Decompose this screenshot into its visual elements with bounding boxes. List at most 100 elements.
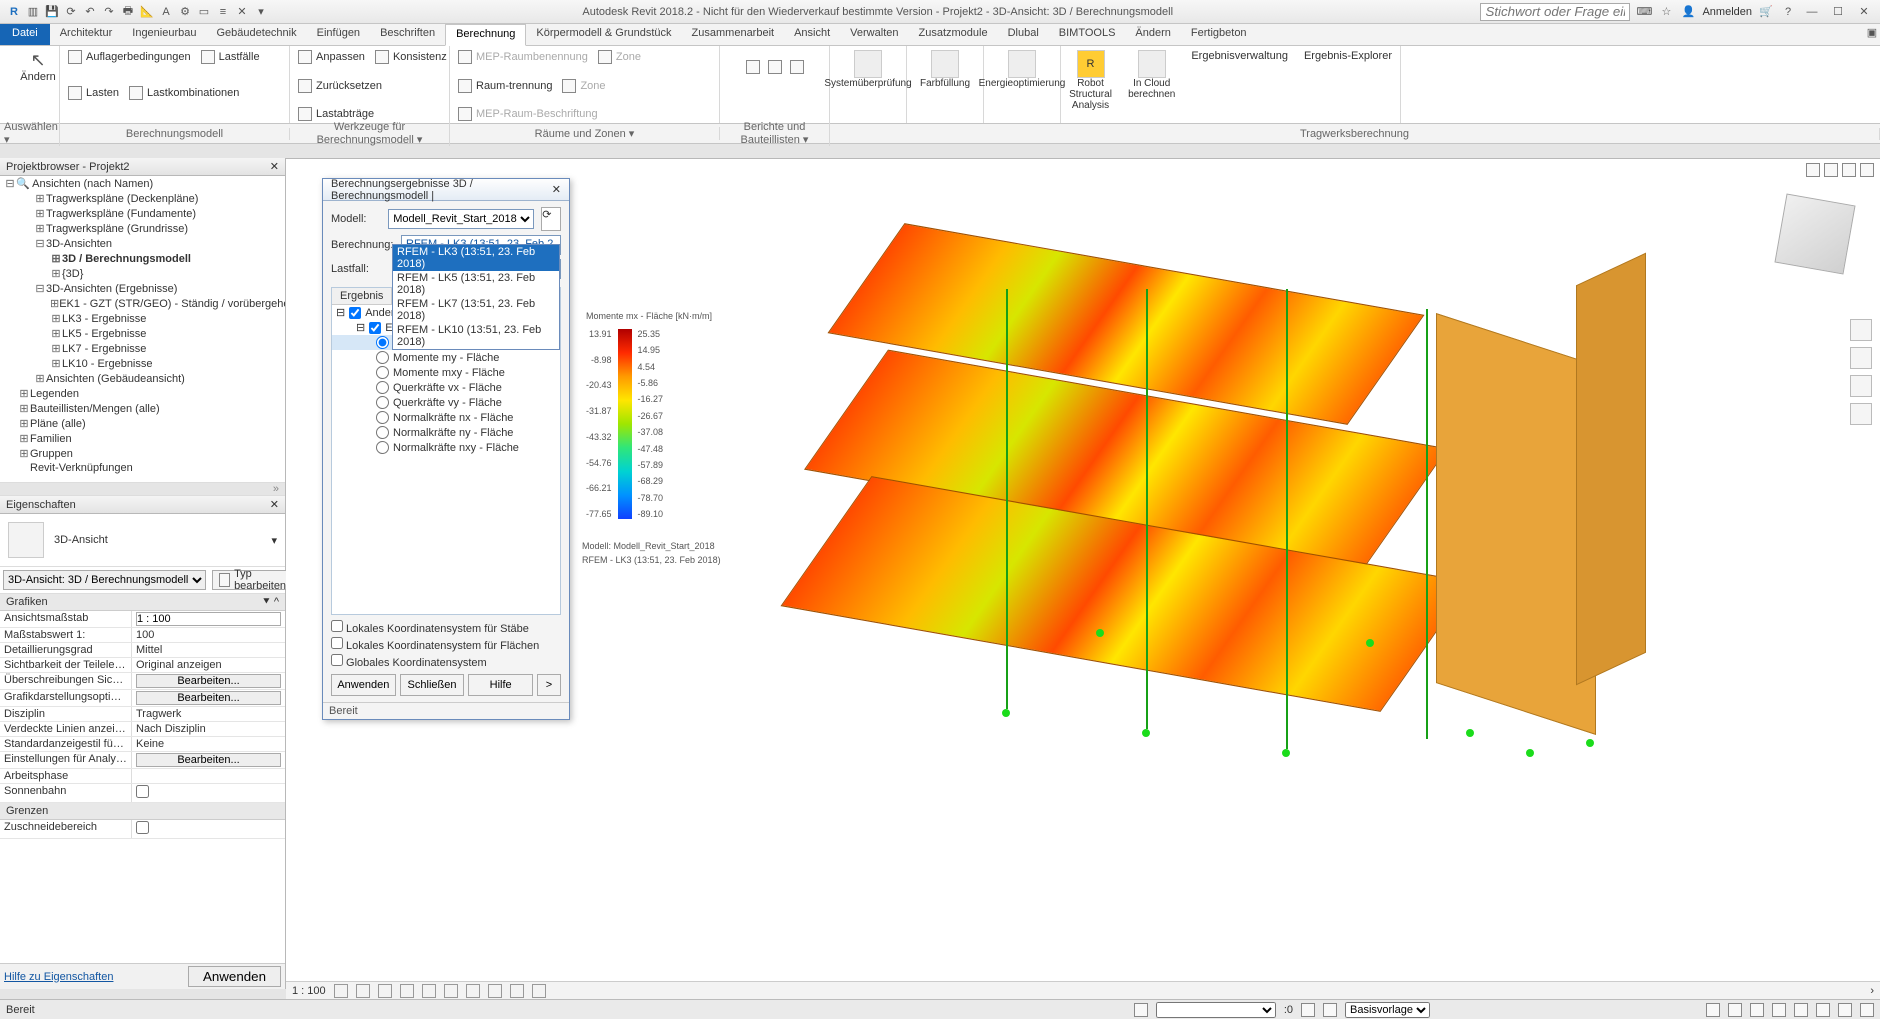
tree-item[interactable]: Revit-Verknüpfungen	[0, 461, 285, 475]
nav-zoom[interactable]	[1850, 375, 1872, 397]
sb-select[interactable]	[1156, 1002, 1276, 1018]
tab-fertigbeton[interactable]: Fertigbeton	[1181, 24, 1257, 45]
tree-item[interactable]: ⊞Bauteillisten/Mengen (alle)	[0, 401, 285, 416]
dropdown-option[interactable]: RFEM - LK10 (13:51, 23. Feb 2018)	[393, 323, 559, 349]
tree-item[interactable]: ⊞Familien	[0, 431, 285, 446]
tree-item[interactable]: ⊞LK3 - Ergebnisse	[0, 311, 285, 326]
property-row[interactable]: Ansichtsmaßstab	[0, 611, 285, 628]
dialog-apply-button[interactable]: Anwenden	[331, 674, 396, 696]
result-option[interactable]: Normalkräfte nx - Fläche	[332, 410, 560, 425]
property-row[interactable]: DisziplinTragwerk	[0, 707, 285, 722]
robot-analysis[interactable]: RRobot Structural Analysis	[1069, 50, 1112, 111]
tree-item[interactable]: ⊞LK10 - Ergebnisse	[0, 356, 285, 371]
close-icon[interactable]: ✕	[270, 498, 279, 511]
sb-icon[interactable]	[1134, 1003, 1148, 1017]
property-row[interactable]: DetaillierungsgradMittel	[0, 643, 285, 658]
property-row[interactable]: GrafikdarstellungsoptionenBearbeiten...	[0, 690, 285, 707]
tree-item[interactable]: ⊟3D-Ansichten (Ergebnisse)	[0, 281, 285, 296]
qat-undo[interactable]: ↶	[82, 4, 98, 20]
result-tab[interactable]: Ergebnis	[332, 288, 392, 305]
property-row[interactable]: Überschreibungen Sichtbar...Bearbeiten..…	[0, 673, 285, 690]
result-option[interactable]: Momente mxy - Fläche	[332, 365, 560, 380]
panel-splitter[interactable]: »	[0, 482, 285, 496]
support-conditions[interactable]: Auflagerbedingungen	[68, 50, 191, 64]
tree-item[interactable]: ⊞Tragwerkspläne (Fundamente)	[0, 206, 285, 221]
tree-item[interactable]: ⊞Legenden	[0, 386, 285, 401]
instance-selector[interactable]: 3D-Ansicht: 3D / Berechnungsmodell	[3, 570, 206, 590]
cart-icon[interactable]: 🛒	[1758, 4, 1774, 20]
qat-redo[interactable]: ↷	[101, 4, 117, 20]
sb-icon[interactable]	[1860, 1003, 1874, 1017]
consistency[interactable]: Konsistenz	[375, 50, 447, 64]
color-fill[interactable]: Farbfüllung	[915, 50, 975, 89]
energy-opt[interactable]: Energieoptimierung	[992, 50, 1052, 89]
sb-baseview[interactable]: Basisvorlage	[1345, 1002, 1430, 1018]
report-icon[interactable]	[746, 60, 760, 74]
vp-icon[interactable]	[1824, 163, 1838, 177]
coord-check[interactable]: Lokales Koordinatensystem für Flächen	[331, 636, 561, 653]
qat-switch[interactable]: ▭	[196, 4, 212, 20]
properties-help-link[interactable]: Hilfe zu Eigenschaften	[4, 971, 113, 983]
sb-icon[interactable]	[1838, 1003, 1852, 1017]
nav-orbit[interactable]	[1850, 403, 1872, 425]
results-mgmt[interactable]: Ergebnisverwaltung	[1191, 50, 1288, 62]
dropdown-option[interactable]: RFEM - LK7 (13:51, 23. Feb 2018)	[393, 297, 559, 323]
vp-icon[interactable]	[1842, 163, 1856, 177]
sb-icon[interactable]	[1706, 1003, 1720, 1017]
loads[interactable]: Lasten	[68, 86, 119, 100]
tree-item[interactable]: ⊞LK7 - Ergebnisse	[0, 341, 285, 356]
dialog-help-button[interactable]: Hilfe	[468, 674, 533, 696]
vb-icon[interactable]	[488, 984, 502, 998]
qat-measure[interactable]: 📐	[139, 4, 155, 20]
vb-icon[interactable]	[510, 984, 524, 998]
property-row[interactable]: Sonnenbahn	[0, 784, 285, 803]
tab-berechnung[interactable]: Berechnung	[445, 24, 526, 46]
minimize-button[interactable]: —	[1802, 6, 1822, 18]
vp-icon[interactable]	[1860, 163, 1874, 177]
qat-sync[interactable]: ⟳	[63, 4, 79, 20]
tree-item[interactable]: ⊞Ansichten (Gebäudeansicht)	[0, 371, 285, 386]
file-tab[interactable]: Datei	[0, 24, 50, 45]
properties-apply-button[interactable]: Anwenden	[188, 966, 281, 987]
tree-item[interactable]: ⊞Pläne (alle)	[0, 416, 285, 431]
sb-icon[interactable]	[1750, 1003, 1764, 1017]
vb-icon[interactable]	[378, 984, 392, 998]
tree-item[interactable]: ⊞EK1 - GZT (STR/GEO) - Ständig / vorüber…	[0, 296, 285, 311]
results-explorer[interactable]: Ergebnis-Explorer	[1304, 50, 1392, 62]
dropdown-option[interactable]: RFEM - LK3 (13:51, 23. Feb 2018)	[393, 245, 559, 271]
property-row[interactable]: Einstellungen für Analysea...Bearbeiten.…	[0, 752, 285, 769]
sb-icon[interactable]	[1728, 1003, 1742, 1017]
tab-ändern[interactable]: Ändern	[1125, 24, 1180, 45]
qat-settings[interactable]: ⚙	[177, 4, 193, 20]
load-cases[interactable]: Lastfälle	[201, 50, 260, 64]
load-combos[interactable]: Lastkombinationen	[129, 86, 239, 100]
qat-close-hidden[interactable]: ✕	[234, 4, 250, 20]
tab-verwalten[interactable]: Verwalten	[840, 24, 908, 45]
refresh-button[interactable]: ⟳	[541, 207, 561, 231]
ribbon-collapse-icon[interactable]: ▣	[1864, 24, 1880, 40]
tab-ansicht[interactable]: Ansicht	[784, 24, 840, 45]
sb-icon[interactable]	[1323, 1003, 1337, 1017]
property-row[interactable]: Standardanzeigestil für Anal...Keine	[0, 737, 285, 752]
modify-button[interactable]: ↖ Ändern	[8, 50, 68, 83]
help-icon[interactable]: ?	[1780, 4, 1796, 20]
close-button[interactable]: ✕	[1854, 5, 1874, 18]
room-sep[interactable]: Raum-trennung	[458, 79, 552, 93]
reset[interactable]: Zurücksetzen	[298, 79, 382, 93]
vp-icon[interactable]	[1806, 163, 1820, 177]
tree-item[interactable]: ⊞{3D}	[0, 266, 285, 281]
tab-gebäudetechnik[interactable]: Gebäudetechnik	[207, 24, 307, 45]
tab-einfügen[interactable]: Einfügen	[307, 24, 370, 45]
tree-item[interactable]: ⊞Gruppen	[0, 446, 285, 461]
dropdown-option[interactable]: RFEM - LK5 (13:51, 23. Feb 2018)	[393, 271, 559, 297]
list-icon[interactable]	[790, 60, 804, 74]
sb-icon[interactable]	[1794, 1003, 1808, 1017]
vb-icon[interactable]	[356, 984, 370, 998]
user-icon[interactable]: 👤	[1680, 4, 1696, 20]
property-row[interactable]: Arbeitsphase	[0, 769, 285, 784]
nav-wheel[interactable]	[1850, 319, 1872, 341]
keyboard-icon[interactable]: ⌨	[1636, 4, 1652, 20]
app-icon[interactable]: R	[6, 4, 22, 20]
property-row[interactable]: Verdeckte Linien anzeigenNach Disziplin	[0, 722, 285, 737]
chevron-right-icon[interactable]: ›	[1870, 985, 1874, 997]
